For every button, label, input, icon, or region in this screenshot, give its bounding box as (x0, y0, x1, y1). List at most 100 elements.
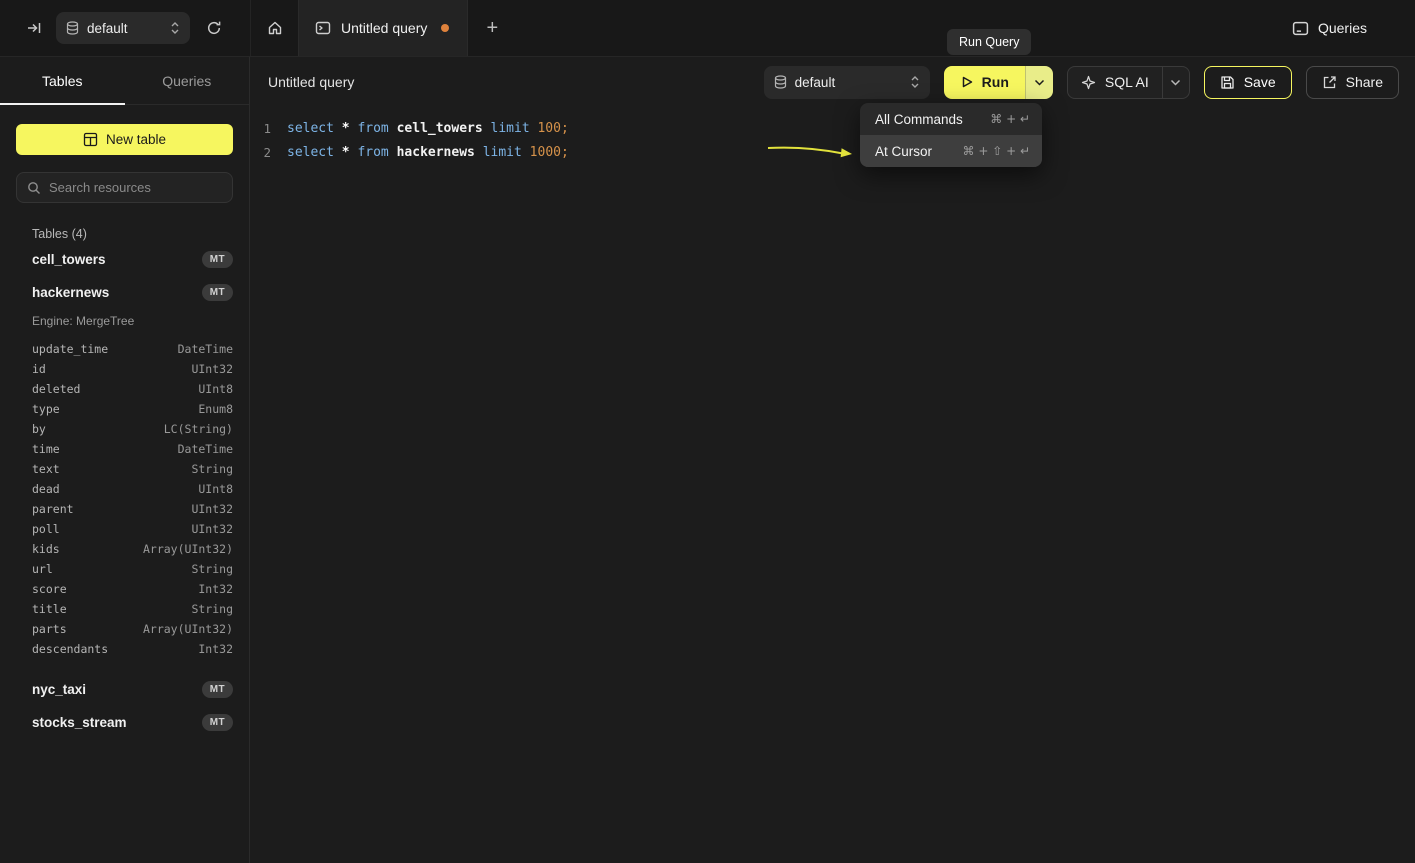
code-token: from (357, 121, 396, 136)
tab-untitled-query[interactable]: Untitled query (298, 0, 468, 56)
run-button-label: Run (982, 74, 1009, 90)
column-row[interactable]: byLC(String) (16, 419, 233, 439)
column-row[interactable]: typeEnum8 (16, 399, 233, 419)
column-type: UInt8 (198, 382, 233, 396)
column-name: type (32, 402, 60, 416)
sidebar-tabs: Tables Queries (0, 57, 249, 105)
save-button[interactable]: Save (1204, 66, 1292, 99)
line-number: 2 (250, 145, 280, 160)
run-menu: All Commands ⌘ + ↵ At Cursor⌘ + ⇧ + ↵ (860, 103, 1042, 167)
code-line[interactable]: 2 select * from hackernews limit 1000; (250, 140, 1415, 164)
column-type: DateTime (178, 342, 233, 356)
code-token: ; (561, 145, 569, 160)
run-menu-item[interactable]: All Commands ⌘ + ↵ (860, 103, 1042, 135)
column-name: deleted (32, 382, 80, 396)
topbar-right: Queries (1284, 0, 1415, 56)
home-tab[interactable] (250, 0, 298, 56)
search-resources-input[interactable] (49, 180, 225, 195)
column-name: time (32, 442, 60, 456)
run-options-button[interactable] (1025, 66, 1053, 99)
main-panel: Untitled query default Run (250, 57, 1415, 863)
query-tab-label: Untitled query (341, 20, 427, 36)
column-type: String (191, 562, 233, 576)
sidebar-tab-tables[interactable]: Tables (0, 57, 125, 104)
table-name: stocks_stream (32, 715, 127, 730)
sidebar: Tables Queries New table Tables (4) cell… (0, 57, 250, 863)
queries-button[interactable]: Queries (1284, 14, 1375, 43)
menu-item-shortcut: ⌘ + ↵ (990, 112, 1030, 126)
query-database-value: default (795, 75, 902, 90)
code-token: 1000 (530, 145, 561, 160)
column-row[interactable]: time DateTime (16, 439, 233, 459)
code-token: * (342, 145, 350, 160)
code-token: hackernews (397, 145, 475, 160)
collapse-sidebar-icon[interactable] (20, 14, 48, 42)
column-row[interactable]: idUInt32 (16, 359, 233, 379)
table-icon (83, 132, 98, 147)
column-name: score (32, 582, 67, 596)
sql-ai-options-button[interactable] (1162, 67, 1189, 98)
sql-ai-button[interactable]: SQL AI (1068, 67, 1162, 98)
table-engine: Engine: MergeTree (16, 311, 233, 331)
engine-badge: MT (202, 681, 233, 698)
tables-section-title: Tables (4) (32, 227, 233, 241)
tabs-strip: Untitled query + (250, 0, 1284, 56)
sql-editor[interactable]: 1select * from cell_towers limit 100; 2 se… (250, 107, 1415, 164)
queries-icon (1292, 20, 1309, 37)
sidebar-body: New table Tables (4) cell_towersMThacker… (0, 105, 249, 739)
sql-ai-icon (1081, 75, 1096, 90)
column-name: url (32, 562, 53, 576)
column-type: String (191, 462, 233, 476)
column-row[interactable]: update_timeDateTime (16, 339, 233, 359)
save-icon (1220, 75, 1235, 90)
table-row[interactable]: stocks_stream MT (16, 706, 233, 739)
column-row[interactable]: titleString (16, 599, 233, 619)
column-name: id (32, 362, 46, 376)
run-menu-item[interactable]: At Cursor⌘ + ⇧ + ↵ (860, 135, 1042, 167)
code-token: select (287, 145, 342, 160)
engine-badge: MT (202, 251, 233, 268)
database-icon (774, 75, 787, 89)
column-row[interactable]: partsArray(UInt32) (16, 619, 233, 639)
column-row[interactable]: parentUInt32 (16, 499, 233, 519)
unsaved-changes-dot (441, 24, 449, 32)
engine-badge: MT (202, 714, 233, 731)
column-type: DateTime (178, 442, 233, 456)
code-line[interactable]: 1select * from cell_towers limit 100; (250, 116, 1415, 140)
column-type: UInt32 (191, 522, 233, 536)
column-type: LC(String) (164, 422, 233, 436)
table-row[interactable]: nyc_taxiMT (16, 673, 233, 706)
run-button[interactable]: Run (944, 66, 1025, 99)
chevron-down-icon (1034, 79, 1045, 86)
query-database-selector[interactable]: default (764, 66, 930, 99)
column-row[interactable]: descendantsInt32 (16, 639, 233, 659)
column-row[interactable]: kidsArray(UInt32) (16, 539, 233, 559)
column-row[interactable]: pollUInt32 (16, 519, 233, 539)
column-name: kids (32, 542, 60, 556)
topbar: default Untitled query + Q (0, 0, 1415, 57)
code-text: select * from hackernews limit 1000; (287, 145, 569, 160)
queries-button-label: Queries (1318, 20, 1367, 36)
new-table-button[interactable]: New table (16, 124, 233, 155)
sidebar-tab-queries[interactable]: Queries (125, 57, 250, 104)
topbar-database-selector[interactable]: default (56, 12, 190, 44)
column-row[interactable]: deleted UInt8 (16, 379, 233, 399)
column-type: String (191, 602, 233, 616)
chevron-updown-icon (910, 75, 920, 89)
column-row[interactable]: textString (16, 459, 233, 479)
table-row[interactable]: hackernewsMT (16, 276, 233, 309)
column-row[interactable]: scoreInt32 (16, 579, 233, 599)
chevron-down-icon (1170, 79, 1181, 86)
table-row[interactable]: cell_towersMT (16, 243, 233, 276)
refresh-icon[interactable] (200, 14, 228, 42)
editor-lines: 1select * from cell_towers limit 100; 2 se… (250, 116, 1415, 164)
search-box[interactable] (16, 172, 233, 203)
column-row[interactable]: url String (16, 559, 233, 579)
run-query-tooltip: Run Query (947, 29, 1031, 55)
menu-item-label: All Commands (875, 112, 963, 127)
column-row[interactable]: deadUInt8 (16, 479, 233, 499)
code-token: cell_towers (397, 121, 483, 136)
new-tab-button[interactable]: + (468, 0, 516, 56)
share-button[interactable]: Share (1306, 66, 1399, 99)
code-token (475, 145, 483, 160)
